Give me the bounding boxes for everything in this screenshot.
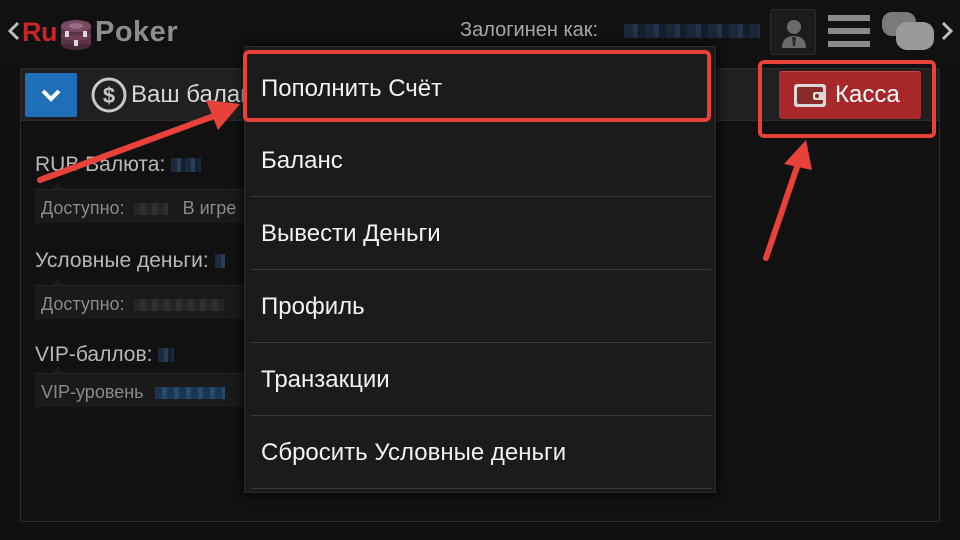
menu-item-profile[interactable]: Профиль [251,271,711,343]
menu-item-label: Пополнить Счёт [261,75,443,102]
rub-value-redacted [171,158,202,173]
vip-points-label: VIP-баллов: [35,343,153,366]
dollar-coin-icon: $ [91,77,127,113]
tooltip-notch [51,278,65,285]
rupoker-logo[interactable]: Ru Poker [22,10,178,54]
rub-available-box: Доступно: В игре [35,189,245,223]
svg-text:$: $ [103,83,115,108]
menu-item-balance[interactable]: Баланс [251,125,711,197]
menu-item-withdraw[interactable]: Вывести Деньги [251,198,711,270]
menu-item-label: Сбросить Условные деньги [261,438,567,466]
avatar-button[interactable] [770,9,816,55]
play-money-row: Условные деньги: [35,249,225,273]
menu-item-label: Профиль [261,292,365,320]
username-redacted [624,24,760,38]
vip-level-redacted [154,387,225,400]
logo-poker-text: Poker [95,15,179,48]
vip-level-box: VIP-уровень [35,373,245,407]
cashier-button[interactable]: Касса [779,71,921,119]
rub-available-label: Доступно: [41,198,125,218]
menu-item-reset-play-money[interactable]: Сбросить Условные деньги [251,417,711,489]
rub-ingame-label: В игре [182,198,237,218]
forward-arrow-icon[interactable] [938,16,956,46]
cashier-label: Касса [835,81,900,108]
account-dropdown-menu: Пополнить Счёт Баланс Вывести Деньги Про… [244,46,716,493]
menu-item-label: Вывести Деньги [261,219,441,247]
logged-in-label: Залогинен как: [460,19,599,41]
rub-currency-label: RUB Валюта: [35,153,166,176]
collapse-button[interactable] [25,73,77,117]
chat-icon[interactable] [880,10,936,52]
tooltip-notch [51,182,65,189]
vip-level-label: VIP-уровень [41,382,144,402]
menu-icon[interactable] [828,12,870,50]
vip-points-redacted [158,348,175,363]
tooltip-notch [51,366,65,373]
menu-item-label: Транзакции [261,365,390,393]
logo-ru-text: Ru [22,16,58,47]
play-money-label: Условные деньги: [35,249,209,272]
balance-title: Ваш баланс [131,81,243,108]
chevron-down-icon [41,89,61,102]
vip-points-row: VIP-баллов: [35,343,175,367]
menu-item-transactions[interactable]: Транзакции [251,344,711,416]
avatar-icon [782,20,806,48]
play-money-available-box: Доступно: [35,285,245,319]
play-money-available-label: Доступно: [41,294,125,314]
back-arrow-icon[interactable] [6,16,22,46]
menu-item-label: Баланс [261,146,343,174]
menu-item-deposit[interactable]: Пополнить Счёт [251,53,711,125]
play-money-available-redacted [133,299,224,312]
play-money-redacted [214,254,225,269]
poker-chip-icon [61,20,91,50]
rub-currency-row: RUB Валюта: [35,153,202,177]
wallet-icon [794,84,826,107]
rub-available-redacted [133,203,168,216]
